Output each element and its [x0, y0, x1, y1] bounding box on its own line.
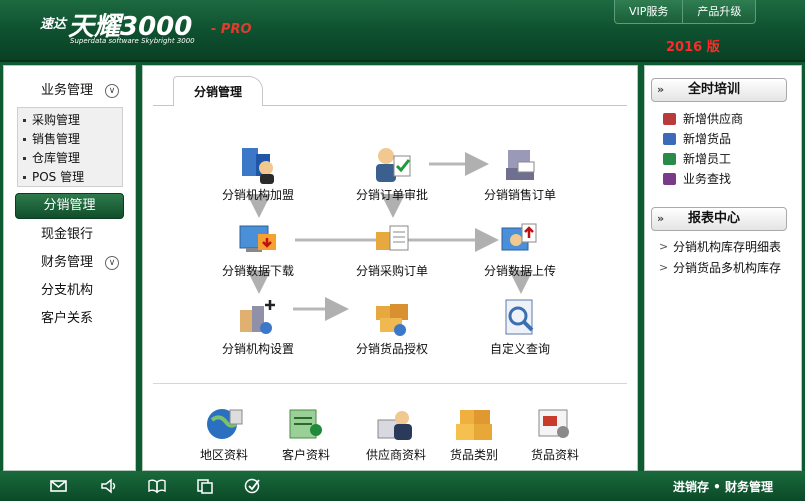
flow-label: 分销采购订单: [355, 264, 428, 278]
book-icon: [663, 113, 676, 125]
flow-goods-auth[interactable]: 分销货品授权: [342, 296, 442, 357]
flow-label: 分销机构加盟: [221, 188, 294, 202]
check-icon[interactable]: [244, 478, 262, 494]
main-frame: 业务管理 ∨ 采购管理 销售管理 仓库管理 POS 管理 分销管理 现金银行 财…: [0, 62, 805, 471]
flow-label: 分销机构设置: [221, 342, 294, 356]
link-new-supplier[interactable]: 新增供应商: [663, 111, 743, 127]
book-icon: [663, 153, 676, 165]
link-label: 新增供应商: [683, 112, 744, 126]
customer-card-icon: [284, 402, 328, 446]
goods-auth-icon: [370, 296, 414, 340]
flow-label: 分销数据下载: [221, 264, 294, 278]
flow-label: 分销销售订单: [483, 188, 556, 202]
double-chevron-right-icon: »: [657, 83, 665, 96]
app-header: 速达 天耀3000 - PRO Superdata software Skybr…: [0, 0, 805, 62]
flow-purchase-order[interactable]: 分销采购订单: [342, 218, 442, 279]
sidebar-group-finance[interactable]: 财务管理 ∨: [4, 249, 135, 277]
training-header-button[interactable]: » 全时培训: [651, 78, 787, 102]
org-join-icon: [236, 142, 280, 186]
report-title: 报表中心: [688, 211, 741, 226]
sales-order-icon: [498, 142, 542, 186]
flow-custom-query[interactable]: 自定义查询: [470, 296, 570, 357]
business-submenu: 采购管理 销售管理 仓库管理 POS 管理: [17, 107, 123, 187]
flow-data-upload[interactable]: 分销数据上传: [470, 218, 570, 279]
sidebar-item-sales[interactable]: 销售管理: [18, 130, 122, 149]
sidebar-item-cash-bank[interactable]: 现金银行: [4, 221, 135, 249]
flow-data-download[interactable]: 分销数据下载: [208, 218, 308, 279]
double-chevron-right-icon: »: [657, 212, 665, 225]
link-label: 新增货品: [683, 132, 732, 146]
book-icon: [663, 133, 676, 145]
link-report-inventory-detail[interactable]: > 分销机构库存明细表: [659, 239, 781, 255]
link-label: 分销机构库存明细表: [673, 240, 782, 254]
data-download-icon: [236, 218, 280, 262]
right-panel: » 全时培训 新增供应商 新增货品 新增员工 业务查找 » 报表中心 > 分销机…: [644, 65, 802, 471]
book-icon[interactable]: [148, 478, 166, 494]
sidebar-item-branch[interactable]: 分支机构: [4, 277, 135, 305]
supplier-icon: [374, 402, 418, 446]
link-new-employee[interactable]: 新增员工: [663, 151, 731, 167]
sidebar-group-label: 业务管理: [41, 83, 94, 98]
book-icon: [663, 173, 676, 185]
section-divider: [153, 383, 627, 384]
flow-order-approve[interactable]: 分销订单审批: [342, 142, 442, 203]
link-report-multi-org-stock[interactable]: > 分销货品多机构库存: [659, 260, 781, 276]
logo-small-text: 速达: [40, 17, 67, 32]
globe-icon: [202, 402, 246, 446]
chevron-right-icon: >: [659, 240, 669, 253]
footer-product-label: 进销存 • 财务管理: [672, 480, 773, 494]
flow-org-settings[interactable]: 分销机构设置: [208, 296, 308, 357]
upgrade-button[interactable]: 产品升级: [682, 0, 755, 23]
goods-doc-icon: [533, 402, 577, 446]
chevron-down-icon[interactable]: ∨: [105, 84, 119, 98]
status-bar: 进销存 • 财务管理: [0, 471, 805, 501]
flow-label: 分销数据上传: [483, 264, 556, 278]
sidebar-item-purchase[interactable]: 采购管理: [18, 111, 122, 130]
link-label: 新增员工: [683, 152, 732, 166]
logo-subtitle: Superdata software Skybright 3000: [70, 37, 195, 45]
center-panel: 分销管理 分销机构加盟 分销订单审批 分销销售订单 分销数据下载 分销采购订单 …: [142, 65, 638, 471]
quick-goods[interactable]: 货品资料: [505, 402, 605, 463]
boxes-icon: [452, 402, 496, 446]
sidebar-group-business[interactable]: 业务管理 ∨: [4, 78, 135, 104]
link-new-goods[interactable]: 新增货品: [663, 131, 731, 147]
quick-customer[interactable]: 客户资料: [256, 402, 356, 463]
sidebar: 业务管理 ∨ 采购管理 销售管理 仓库管理 POS 管理 分销管理 现金银行 财…: [3, 65, 136, 471]
org-settings-icon: [236, 296, 280, 340]
link-label: 分销货品多机构库存: [673, 261, 782, 275]
link-business-search[interactable]: 业务查找: [663, 171, 731, 187]
flow-label: 分销订单审批: [355, 188, 428, 202]
top-menu: VIP服务 产品升级: [614, 0, 757, 24]
custom-query-icon: [498, 296, 542, 340]
chevron-down-icon[interactable]: ∨: [105, 256, 119, 270]
sidebar-item-distribution[interactable]: 分销管理: [15, 193, 124, 219]
speaker-icon[interactable]: [100, 478, 118, 494]
copy-icon[interactable]: [196, 478, 214, 494]
data-upload-icon: [498, 218, 542, 262]
flow-label: 分销货品授权: [355, 342, 428, 356]
flow-org-join[interactable]: 分销机构加盟: [208, 142, 308, 203]
flow-label: 自定义查询: [489, 342, 550, 356]
order-approve-icon: [370, 142, 414, 186]
logo-pro-text: - PRO: [211, 22, 252, 37]
sidebar-group-label: 财务管理: [41, 255, 94, 270]
link-label: 业务查找: [683, 172, 732, 186]
quick-label: 货品资料: [530, 448, 579, 462]
training-title: 全时培训: [688, 82, 741, 97]
quick-label: 客户资料: [281, 448, 330, 462]
vip-service-button[interactable]: VIP服务: [615, 0, 682, 23]
version-label: 2016 版: [666, 40, 720, 55]
report-header-button[interactable]: » 报表中心: [651, 207, 787, 231]
sidebar-item-warehouse[interactable]: 仓库管理: [18, 149, 122, 168]
sidebar-item-pos[interactable]: POS 管理: [18, 168, 122, 187]
chevron-right-icon: >: [659, 261, 669, 274]
sidebar-item-customer-relation[interactable]: 客户关系: [4, 305, 135, 333]
flow-sales-order[interactable]: 分销销售订单: [470, 142, 570, 203]
purchase-order-icon: [370, 218, 414, 262]
mail-icon[interactable]: [50, 478, 68, 494]
